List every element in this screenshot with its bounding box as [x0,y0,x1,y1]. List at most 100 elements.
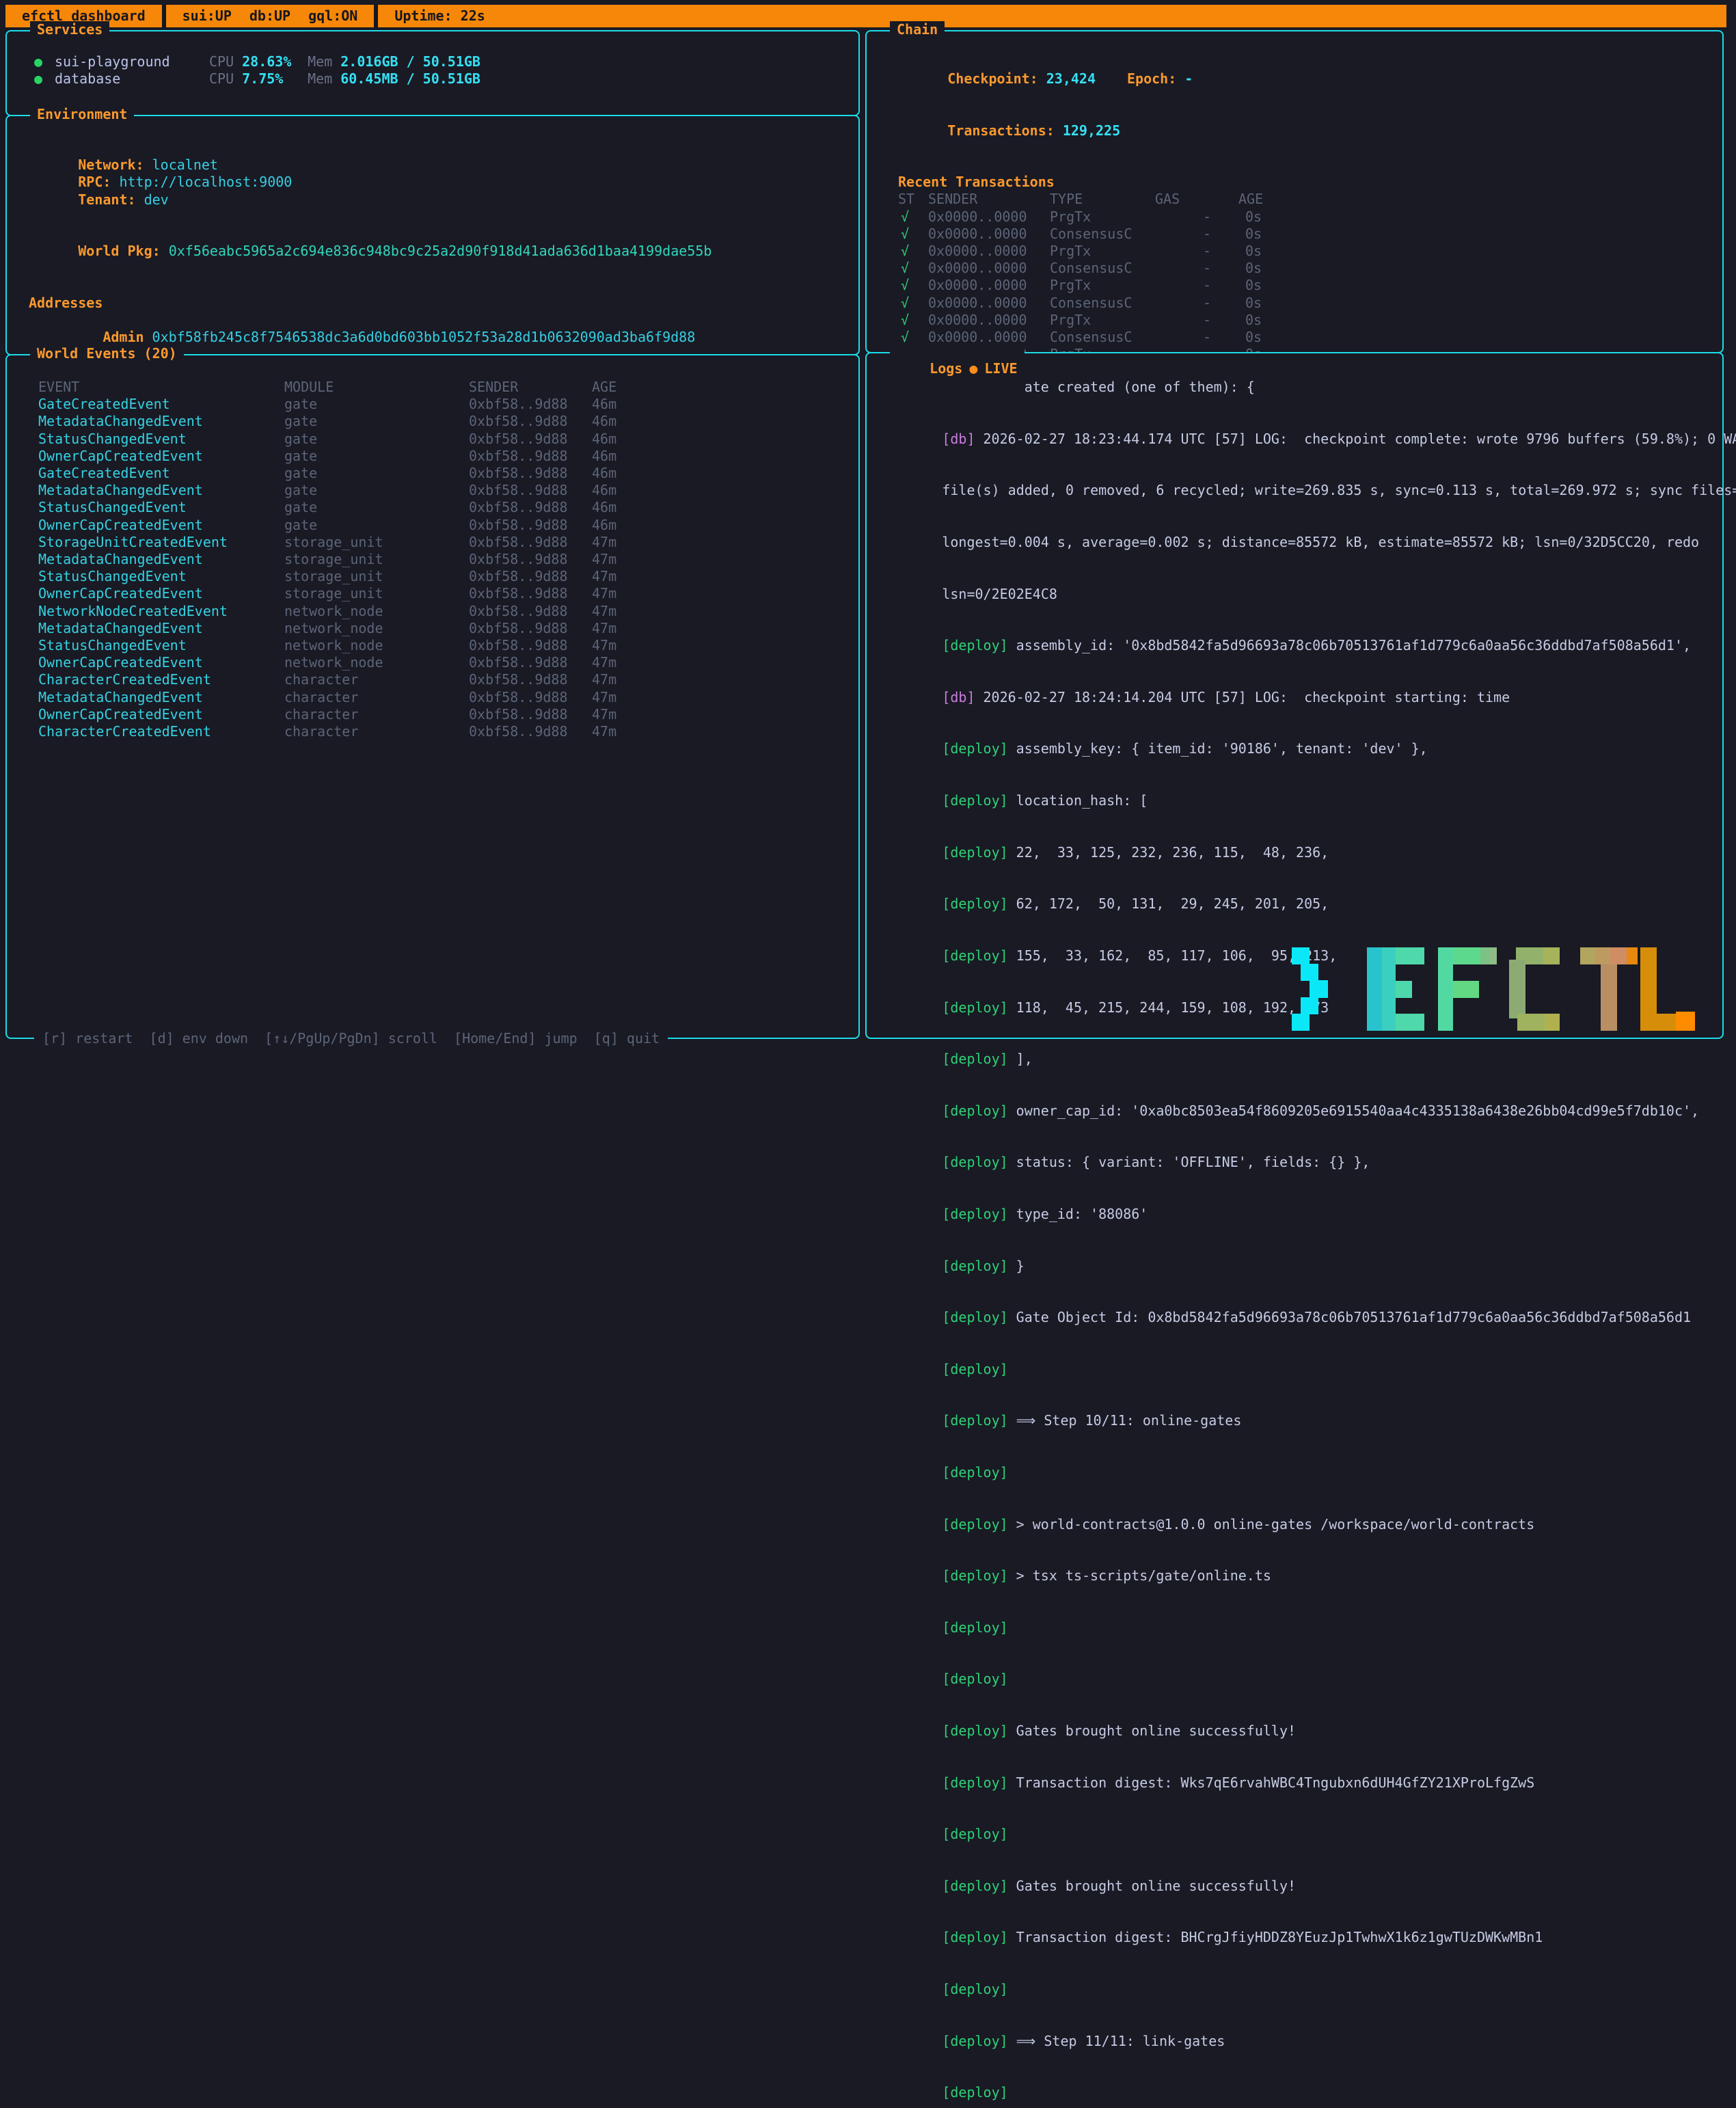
log-message: 2026-02-27 18:23:44.174 UTC [57] LOG: ch… [984,431,1736,447]
tx-age: 0s [1228,329,1303,346]
log-line: file(s) added, 0 removed, 6 recycled; wr… [876,465,1722,517]
event-sender: 0xbf58..9d88 [469,465,592,482]
log-message: assembly_key: { item_id: '90186', tenant… [1016,740,1428,757]
checkpoint-value: 23,424 [1046,70,1096,87]
services-list: ● sui-playground CPU 28.63% Mem 2.016GB … [7,31,858,87]
event-row: MetadataChangedEvent gate 0xbf58..9d88 4… [38,482,858,499]
service-status-dot-icon: ● [34,53,55,70]
event-name: MetadataChangedEvent [38,689,284,706]
event-module: character [284,671,469,688]
logs-panel-title: Logs●LIVE [890,343,1025,395]
tx-type: ConsensusC [1050,295,1145,312]
log-source-tag: [db] [942,431,975,447]
log-line: [deploy]62, 172, 50, 131, 29, 245, 201, … [876,878,1722,930]
col-age: AGE [592,379,653,396]
event-age: 47m [592,654,653,671]
event-sender: 0xbf58..9d88 [469,654,592,671]
event-module: character [284,723,469,740]
checkpoint-epoch-line: Checkpoint: 23,424Epoch: - [898,53,1722,105]
world-events-panel: World Events (20) EVENT MODULE SENDER AG… [5,354,860,1039]
live-label: LIVE [984,360,1017,377]
world-events-table[interactable]: EVENT MODULE SENDER AGE GateCreatedEvent… [7,355,858,740]
event-module: network_node [284,654,469,671]
log-line: [deploy]22, 33, 125, 232, 236, 115, 48, … [876,826,1722,878]
log-line: [deploy]Gates brought online successfull… [876,1861,1722,1913]
service-status-summary: sui:UP db:UP gql:ON [166,8,375,25]
event-row: StatusChangedEvent gate 0xbf58..9d88 46m [38,499,858,516]
log-source-tag: [deploy] [942,844,1007,861]
success-check-icon: √ [898,243,928,260]
tx-age: 0s [1228,243,1303,260]
log-stream[interactable]: [deploy]Gate created (one of them): { [d… [867,353,1722,2108]
col-gas: GAS [1145,191,1228,208]
log-message: > tsx ts-scripts/gate/online.ts [1016,1567,1271,1584]
event-sender: 0xbf58..9d88 [469,620,592,637]
service-status-dot-icon: ● [34,70,55,87]
chain-panel: Chain Checkpoint: 23,424Epoch: - Transac… [865,30,1724,353]
transaction-row: √ 0x0000..0000 ConsensusC - 0s [898,260,1722,277]
service-name: database [55,70,209,87]
col-st: ST [898,191,928,208]
event-module: network_node [284,620,469,637]
tx-gas: - [1145,329,1228,346]
event-module: gate [284,482,469,499]
event-name: StatusChangedEvent [38,568,284,585]
services-panel: Services ● sui-playground CPU 28.63% Mem… [5,30,860,116]
event-name: GateCreatedEvent [38,465,284,482]
mem-label: Mem [308,70,332,87]
col-module: MODULE [284,379,469,396]
transactions-header-row: ST SENDER TYPE GAS AGE [898,191,1722,208]
event-name: OwnerCapCreatedEvent [38,654,284,671]
network-label: Network: [78,157,144,173]
event-module: storage_unit [284,585,469,602]
log-source-tag: [deploy] [942,2084,1007,2100]
event-row: OwnerCapCreatedEvent gate 0xbf58..9d88 4… [38,448,858,465]
log-line: [deploy] [876,2067,1722,2108]
checkpoint-label: Checkpoint: [947,70,1037,87]
event-age: 46m [592,517,653,534]
log-line: [deploy]} [876,1240,1722,1292]
tenant-value: dev [144,191,169,208]
efctl-logo [1292,947,1695,1031]
tx-gas: - [1145,243,1228,260]
log-source-tag: [deploy] [942,1671,1007,1687]
tx-sender: 0x0000..0000 [928,277,1050,294]
event-row: MetadataChangedEvent network_node 0xbf58… [38,620,858,637]
log-line: [db]2026-02-27 18:24:14.204 UTC [57] LOG… [876,672,1722,724]
service-row: ● sui-playground CPU 28.63% Mem 2.016GB … [34,53,858,70]
tx-sender: 0x0000..0000 [928,208,1050,226]
log-message: Gates brought online successfully! [1016,1878,1296,1894]
cpu-value: 28.63% [242,53,308,70]
log-message: longest=0.004 s, average=0.002 s; distan… [942,534,1699,550]
tx-type: ConsensusC [1050,329,1145,346]
tx-type: ConsensusC [1050,226,1145,243]
transaction-row: √ 0x0000..0000 PrgTx - 0s [898,277,1722,294]
cpu-label: CPU [209,70,234,87]
status-db: db:UP [249,8,290,25]
log-source-tag: [deploy] [942,740,1007,757]
log-line: [deploy]⟹ Step 10/11: online-gates [876,1395,1722,1447]
service-name: sui-playground [55,53,209,70]
tx-sender: 0x0000..0000 [928,243,1050,260]
log-source-tag: [deploy] [942,1154,1007,1170]
event-module: network_node [284,637,469,654]
log-source-tag: [deploy] [942,1929,1007,1945]
success-check-icon: √ [898,208,928,226]
log-line: [deploy]location_hash: [ [876,775,1722,827]
log-message: Gates brought online successfully! [1016,1722,1296,1739]
event-age: 47m [592,568,653,585]
tenant-label: Tenant: [78,191,135,208]
event-module: network_node [284,603,469,620]
log-line: [deploy]owner_cap_id: '0xa0bc8503ea54f86… [876,1085,1722,1137]
event-sender: 0xbf58..9d88 [469,551,592,568]
transaction-row: √ 0x0000..0000 PrgTx - 0s [898,312,1722,329]
address-label: Admin [103,329,144,345]
event-sender: 0xbf58..9d88 [469,396,592,413]
transactions-value: 129,225 [1063,122,1120,139]
event-name: OwnerCapCreatedEvent [38,517,284,534]
event-module: storage_unit [284,534,469,551]
event-row: CharacterCreatedEvent character 0xbf58..… [38,671,858,688]
log-source-tag: [deploy] [942,2033,1007,2049]
col-type: TYPE [1050,191,1145,208]
log-message: } [1016,1258,1025,1274]
